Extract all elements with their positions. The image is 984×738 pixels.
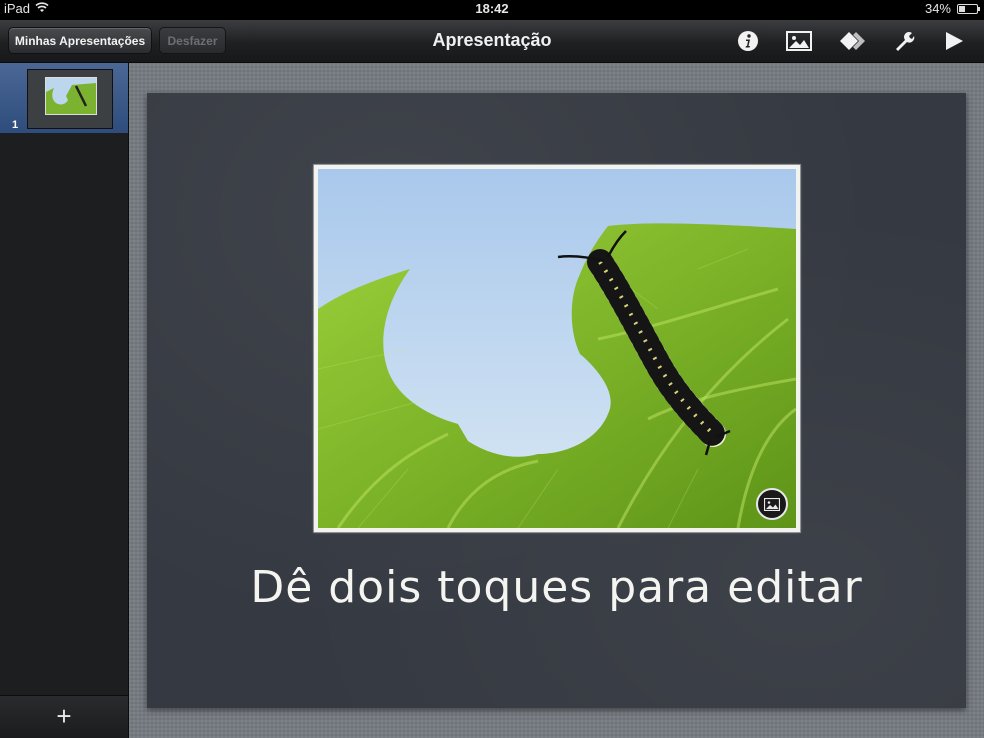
slide-navigator: 1 + [0, 63, 129, 738]
media-icon[interactable] [786, 29, 812, 53]
slide-caption[interactable]: Dê dois toques para editar [147, 560, 966, 615]
slide-canvas: Dê dois toques para editar [129, 63, 984, 738]
play-icon[interactable] [941, 29, 967, 53]
tools-icon[interactable] [891, 29, 917, 53]
slide-thumbnail-row[interactable]: 1 [0, 63, 128, 133]
slide[interactable]: Dê dois toques para editar [147, 93, 966, 708]
shapes-icon[interactable] [840, 29, 866, 53]
photo-icon [764, 497, 780, 511]
battery-icon [957, 3, 980, 14]
slide-thumbnail[interactable] [27, 69, 113, 129]
thumbnail-photo [45, 77, 97, 115]
toolbar: Minhas Apresentações Desfazer Apresentaç… [0, 20, 984, 63]
sidebar-footer: + [0, 695, 128, 738]
add-slide-button[interactable]: + [50, 703, 78, 730]
battery-percent: 34% [924, 1, 951, 16]
clock: 18:42 [475, 1, 509, 16]
document-title: Apresentação [432, 30, 552, 50]
replace-photo-button[interactable] [756, 488, 788, 520]
photo-placeholder[interactable] [314, 165, 800, 532]
caterpillar-photo [318, 169, 796, 528]
info-icon[interactable] [735, 29, 761, 53]
status-bar: iPad 18:42 34% [0, 0, 984, 20]
slide-number: 1 [12, 119, 19, 131]
